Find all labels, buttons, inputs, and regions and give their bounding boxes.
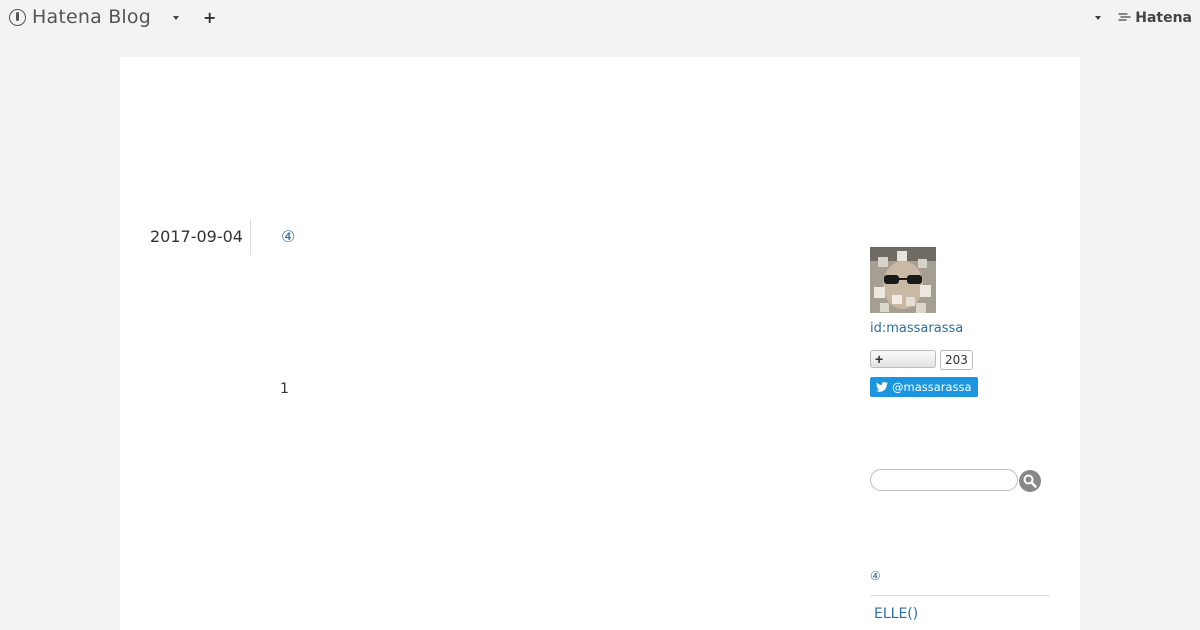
twitter-icon: [876, 382, 888, 392]
hatena-brand-link[interactable]: Hatena: [1118, 10, 1192, 26]
hatena-blog-logo-icon: [9, 8, 26, 26]
sidebar-module-link[interactable]: ELLE(): [874, 606, 918, 622]
search-icon: [1023, 474, 1037, 488]
add-entry-button[interactable]: +: [203, 8, 216, 28]
search-button[interactable]: [1019, 470, 1041, 492]
hatena-mark-icon: [1118, 12, 1132, 25]
user-menu-caret-icon[interactable]: [1095, 16, 1101, 20]
sidebar-module-divider: [870, 595, 1050, 596]
global-header: Hatena Blog + Hatena: [0, 0, 1200, 37]
search-input[interactable]: [870, 469, 1018, 491]
subscriber-count: 203: [940, 350, 973, 370]
avatar-photo-icon: [870, 247, 936, 313]
blog-menu-caret-icon[interactable]: [173, 16, 179, 20]
twitter-follow-button[interactable]: @massarassa: [870, 377, 978, 397]
subscribe-button[interactable]: +: [870, 350, 936, 368]
twitter-handle: @massarassa: [892, 380, 972, 394]
hatena-blog-logo[interactable]: Hatena Blog: [9, 6, 151, 28]
sidebar-module-title: ④: [870, 569, 881, 583]
user-id-link[interactable]: id:massarassa: [870, 321, 963, 336]
entry-body-text: 1: [280, 381, 289, 397]
entry-title-link[interactable]: ④: [281, 227, 295, 246]
date-divider: [250, 219, 251, 255]
main-container: 2017-09-04 ④ 1 id:massarassa + 203 @mass…: [120, 57, 1080, 630]
subscribe-plus-icon: +: [875, 351, 884, 367]
logo-text: Hatena Blog: [32, 6, 151, 28]
entry-date[interactable]: 2017-09-04: [150, 227, 243, 246]
hatena-brand-label: Hatena: [1135, 10, 1192, 26]
avatar[interactable]: [870, 247, 936, 313]
